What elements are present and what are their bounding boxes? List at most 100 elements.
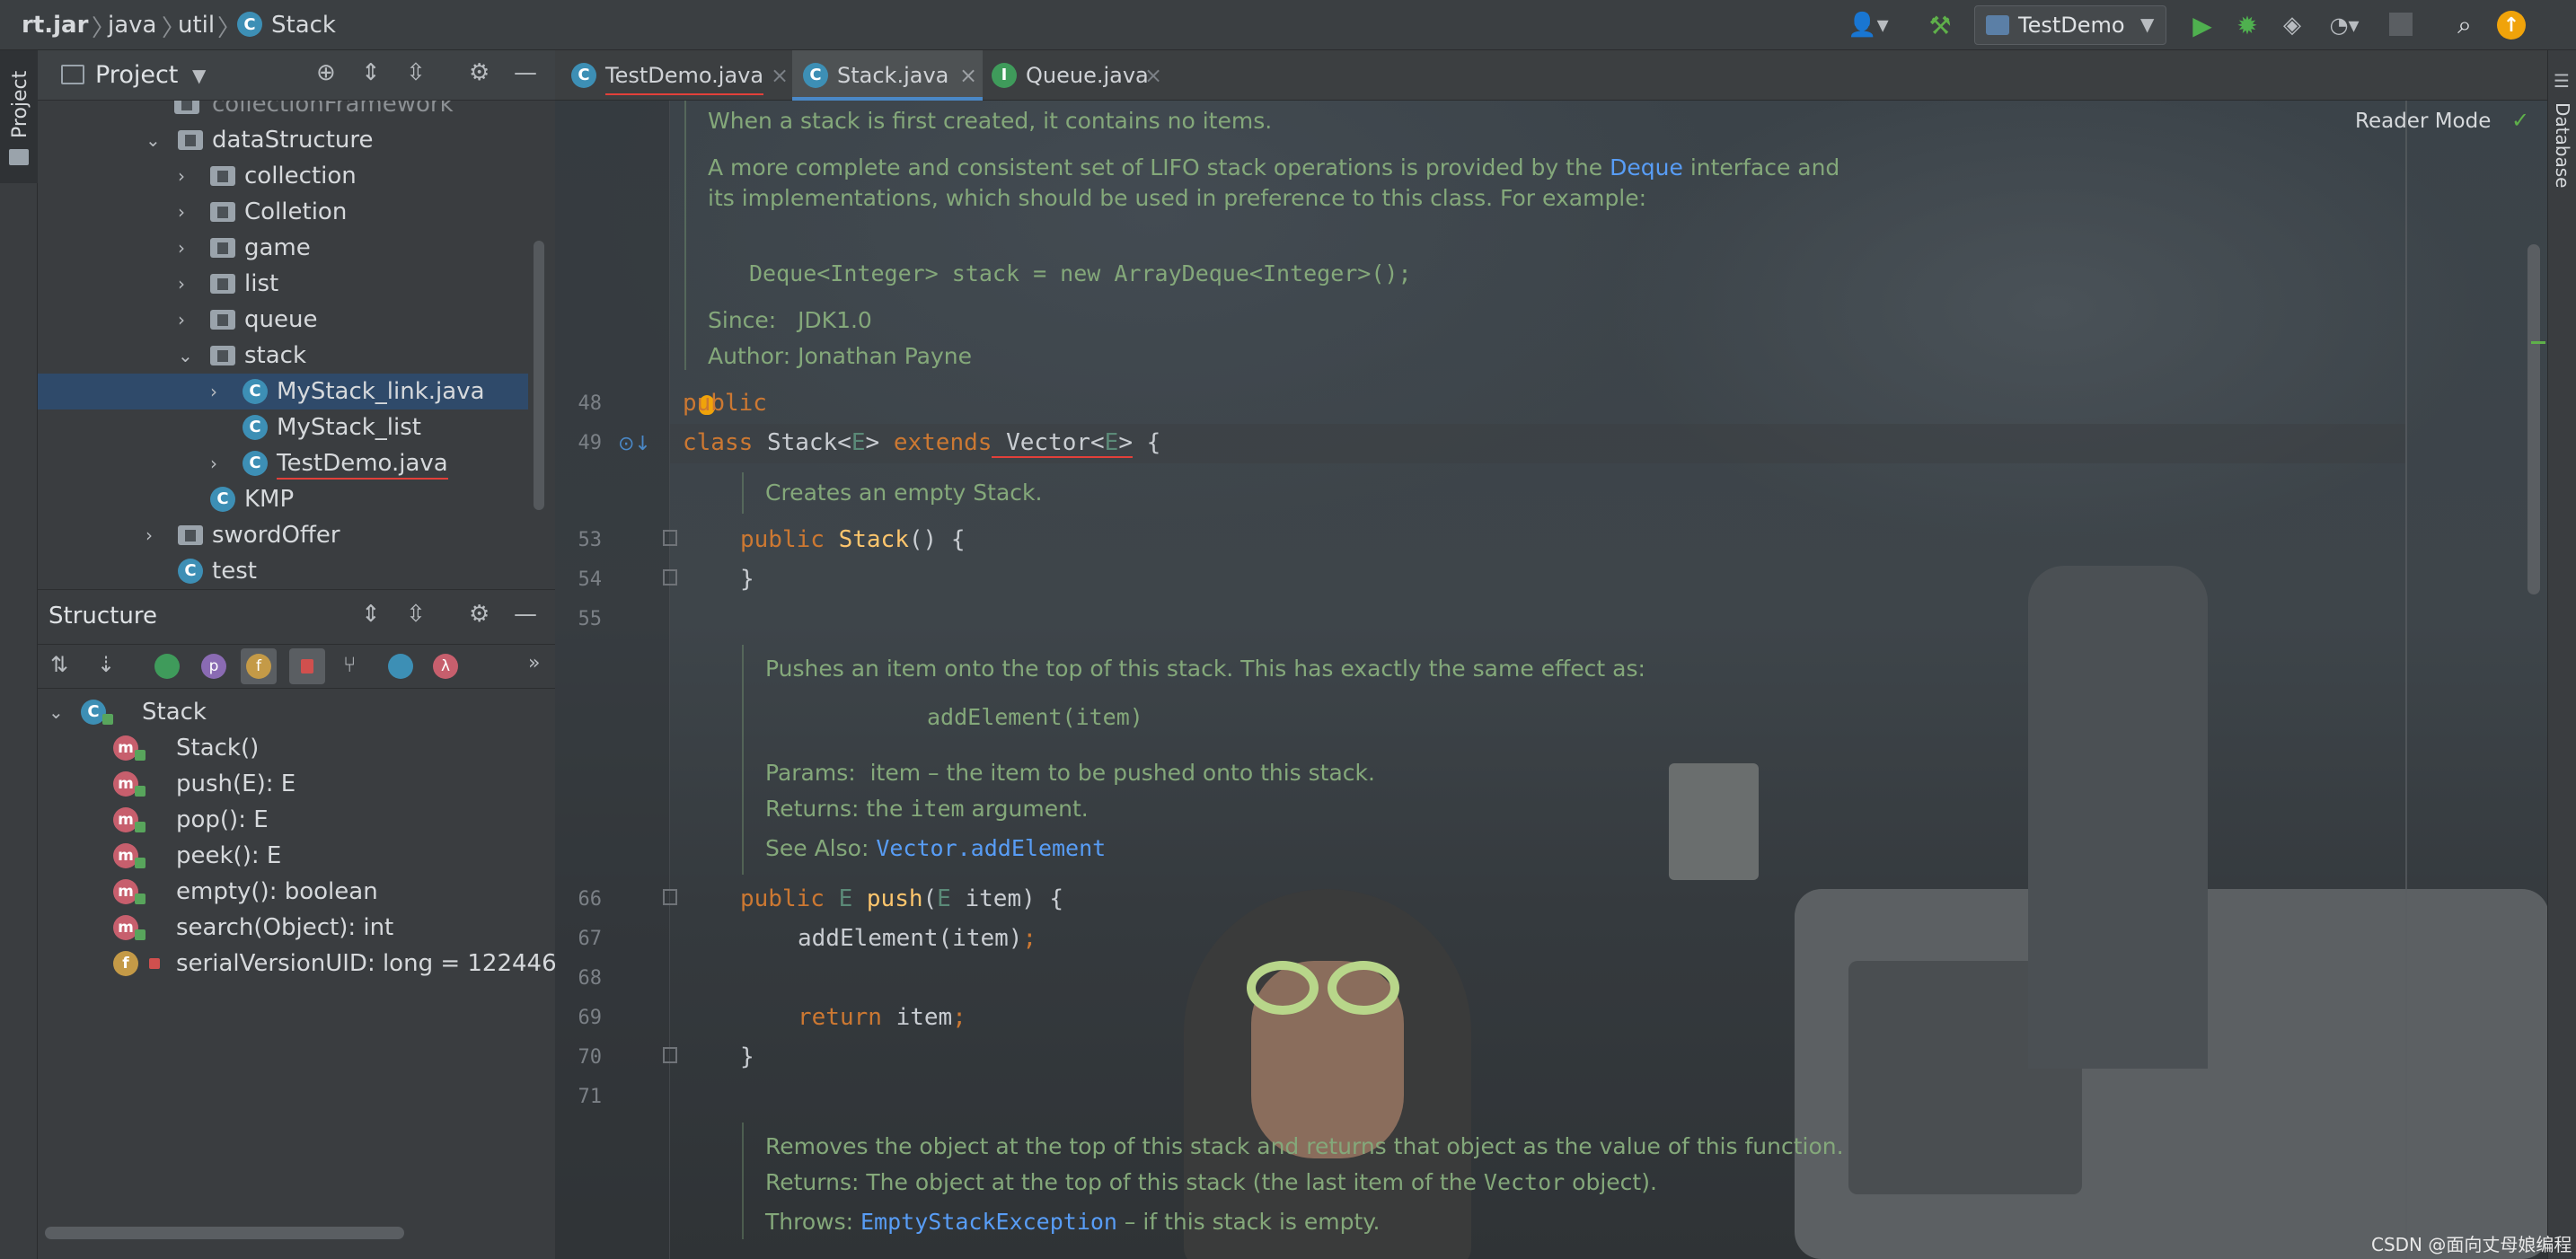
run-config-select[interactable]: TestDemo ▼: [1974, 5, 2166, 45]
expand-all-icon[interactable]: ⇕: [361, 601, 381, 628]
fold-marker-icon[interactable]: [663, 1047, 677, 1063]
minimize-icon[interactable]: —: [514, 601, 537, 628]
structure-member[interactable]: m empty(): boolean: [38, 874, 555, 910]
structure-member[interactable]: m peek(): E: [38, 838, 555, 874]
structure-member[interactable]: m Stack(): [38, 730, 555, 766]
tree-item-stack[interactable]: ⌄ stack: [38, 338, 555, 374]
returns-text: the: [866, 796, 911, 822]
show-properties-icon[interactable]: p: [201, 654, 226, 679]
tab-stack[interactable]: C Stack.java ×: [792, 50, 983, 101]
tree-item-collection[interactable]: › collection: [38, 158, 555, 194]
folder-icon: [210, 166, 235, 186]
close-icon[interactable]: ×: [959, 50, 977, 101]
chevron-down-icon[interactable]: ▼: [192, 65, 206, 86]
update-icon[interactable]: ↑: [2497, 11, 2526, 40]
keyword: extends: [893, 429, 992, 456]
chevron-right-icon: ›: [210, 453, 217, 474]
tree-item-mystack-list[interactable]: C MyStack_list: [38, 409, 555, 445]
project-panel-title[interactable]: Project: [95, 61, 178, 89]
sort-by-visibility-icon[interactable]: ⇅: [50, 652, 68, 677]
expand-all-icon[interactable]: ⇕: [361, 59, 381, 86]
structure-member[interactable]: m push(E): E: [38, 766, 555, 802]
line-number: 66: [578, 888, 603, 911]
profile-icon[interactable]: ◔▾: [2319, 9, 2369, 41]
doc-text-part: A more complete and consistent set of LI…: [708, 154, 1610, 180]
structure-member[interactable]: f serialVersionUID: long = 1224463: [38, 946, 555, 982]
breadcrumb-item[interactable]: rt.jar: [22, 12, 88, 39]
show-fields-toggle[interactable]: f: [241, 648, 277, 684]
tree-item-datastructure[interactable]: ⌄ dataStructure: [38, 122, 555, 158]
line-number: 53: [578, 529, 603, 551]
folder-icon: [210, 238, 235, 258]
tree-item-queue[interactable]: › queue: [38, 302, 555, 338]
chevron-down-icon: ⌄: [146, 129, 161, 151]
editor-scrollbar[interactable]: [2527, 244, 2540, 594]
code-line-67: addElement(item);: [798, 925, 1037, 952]
breadcrumb-item[interactable]: Stack: [271, 12, 336, 39]
collapse-all-icon[interactable]: ⇳: [406, 601, 426, 628]
show-inherited-icon[interactable]: [154, 654, 180, 679]
locate-icon[interactable]: ⊕: [316, 59, 336, 86]
implemented-override-icon[interactable]: ⊙↓: [618, 433, 651, 455]
tree-item-mystack-link[interactable]: › C MyStack_link.java: [38, 374, 528, 409]
reader-mode-toggle[interactable]: Reader Mode: [2355, 110, 2491, 133]
doc-text: When a stack is first created, it contai…: [708, 108, 1273, 134]
close-icon[interactable]: ×: [1144, 50, 1162, 101]
anonymous-class-icon[interactable]: [388, 654, 413, 679]
class-name: Stack: [766, 429, 838, 456]
tab-label: Stack.java: [837, 63, 949, 88]
superclass-name[interactable]: Vector: [1006, 429, 1090, 456]
doc-bar: [742, 645, 744, 875]
breadcrumb-item[interactable]: util: [178, 12, 215, 39]
project-scrollbar[interactable]: [534, 241, 544, 510]
database-tool-label[interactable]: Database: [2552, 102, 2573, 188]
tree-item-swordoffer[interactable]: › swordOffer: [38, 517, 555, 553]
tab-queue[interactable]: I Queue.java ×: [992, 50, 1180, 101]
search-icon[interactable]: ⌕: [2448, 9, 2481, 41]
see-also-link[interactable]: Vector.addElement: [876, 835, 1106, 861]
breadcrumb-item[interactable]: java: [108, 12, 156, 39]
collapse-all-icon[interactable]: ⇳: [406, 59, 426, 86]
tree-item-colletion[interactable]: › Colletion: [38, 194, 555, 230]
sort-alphabetically-icon[interactable]: ⇣: [97, 652, 115, 677]
exception-link[interactable]: EmptyStackException: [860, 1209, 1117, 1235]
fold-marker-icon[interactable]: [663, 889, 677, 905]
project-tool-tab[interactable]: Project: [0, 50, 38, 183]
fold-marker-icon[interactable]: [663, 530, 677, 546]
show-non-public-toggle[interactable]: [289, 648, 325, 684]
user-icon[interactable]: 👤▾: [1847, 11, 1890, 40]
coverage-icon[interactable]: ◈: [2276, 9, 2308, 41]
build-hammer-icon[interactable]: ⚒: [1924, 9, 1956, 41]
debug-icon[interactable]: ✹: [2231, 9, 2263, 41]
tree-item-list[interactable]: › list: [38, 266, 555, 302]
fold-marker-icon[interactable]: [663, 569, 677, 585]
tree-item-test[interactable]: C test: [38, 553, 555, 589]
tree-item[interactable]: collectionFramework: [38, 101, 555, 122]
returns-code: item: [910, 796, 965, 822]
tab-testdemo[interactable]: C TestDemo.java ×: [571, 50, 789, 101]
structure-member[interactable]: m search(Object): int: [38, 910, 555, 946]
author-value: Jonathan Payne: [798, 343, 972, 369]
structure-horizontal-scrollbar[interactable]: [45, 1227, 404, 1239]
gear-icon[interactable]: ⚙: [469, 59, 490, 86]
gear-icon[interactable]: ⚙: [469, 601, 490, 628]
author-label: Author:: [708, 343, 791, 369]
minimize-icon[interactable]: —: [514, 59, 537, 86]
hierarchy-icon[interactable]: ⑂: [343, 652, 356, 677]
keyword: return: [798, 1004, 882, 1031]
project-window-icon: [61, 65, 84, 84]
run-icon[interactable]: ▶: [2186, 9, 2219, 41]
tree-item-kmp[interactable]: C KMP: [38, 481, 555, 517]
more-icon[interactable]: »: [528, 652, 540, 674]
returns-text: object).: [1565, 1169, 1657, 1195]
lock-icon: [135, 822, 146, 832]
class-icon: C: [178, 559, 203, 584]
lambda-icon[interactable]: λ: [433, 654, 458, 679]
tree-item-testdemo[interactable]: › C TestDemo.java: [38, 445, 555, 481]
deque-link[interactable]: Deque: [1610, 154, 1683, 180]
stop-icon[interactable]: [2389, 13, 2413, 36]
structure-member[interactable]: m pop(): E: [38, 802, 555, 838]
close-icon[interactable]: ×: [771, 50, 789, 101]
structure-root[interactable]: ⌄ C Stack: [38, 694, 555, 730]
tree-item-game[interactable]: › game: [38, 230, 555, 266]
